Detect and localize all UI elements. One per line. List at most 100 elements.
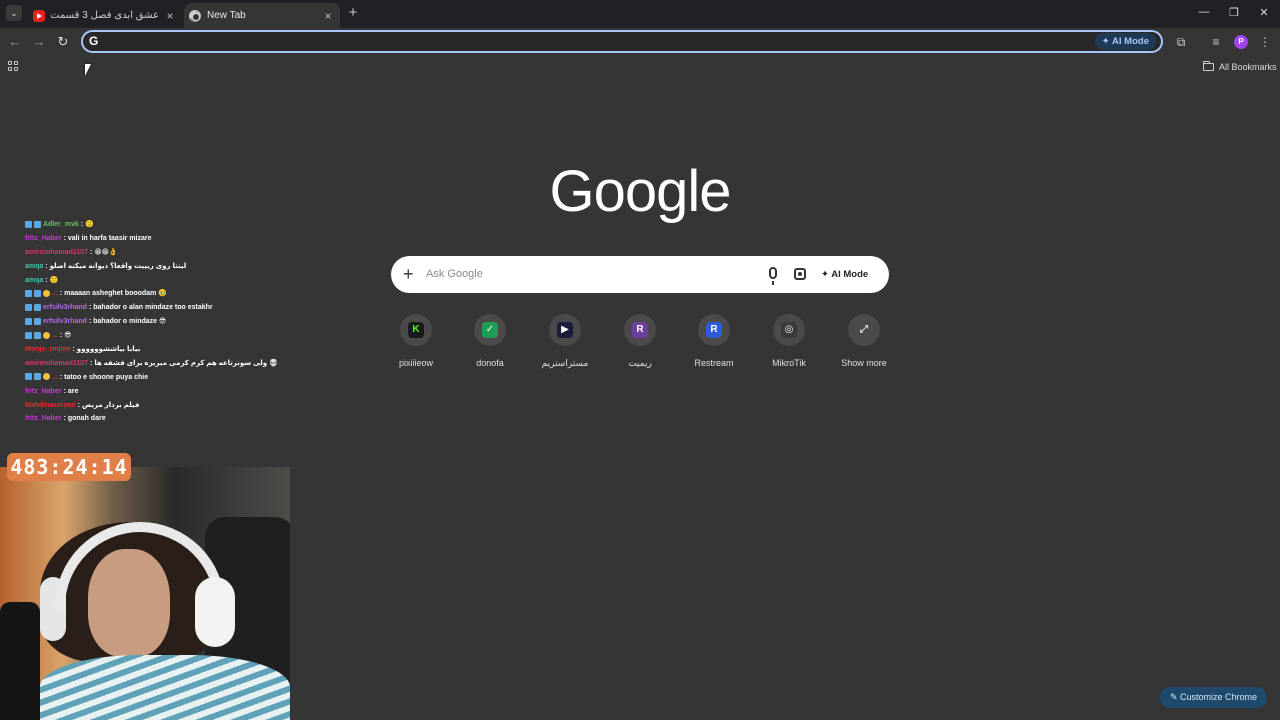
shortcut-icon-circle: ✓	[474, 314, 506, 346]
new-tab-button[interactable]: +	[346, 5, 360, 21]
shortcut-tile[interactable]: R Restream	[677, 314, 751, 368]
chat-badge-icon	[34, 220, 41, 228]
shortcut-icon-circle: R	[698, 314, 730, 346]
chat-message: Adler_mvk: 🙂	[25, 218, 285, 232]
minimize-icon[interactable]: —	[1196, 6, 1212, 18]
chat-message: amirmohamad1107: 😁😁👌	[25, 246, 285, 260]
back-button[interactable]: ←	[7, 34, 23, 50]
mouse-cursor	[85, 64, 91, 76]
chat-badge-icon	[25, 220, 32, 228]
chat-message: amqa: 🙂	[25, 274, 285, 288]
forward-button[interactable]: →	[31, 34, 47, 50]
chat-text: : 🙂	[45, 276, 59, 284]
chat-username: amqa	[25, 276, 44, 284]
chat-text: : لینتا روی ریپیت وافعا؟ دیوانه میکنه اص…	[45, 262, 187, 270]
shortcut-icon-circle: ◎	[773, 314, 805, 346]
chat-badge-icon	[43, 373, 50, 381]
shortcut-tile[interactable]: ▶ مستراستریم	[528, 314, 602, 369]
ai-mode-label: AI Mode	[1112, 36, 1149, 47]
close-window-icon[interactable]: ✕	[1256, 6, 1272, 19]
chat-username: amqa	[25, 262, 44, 270]
google-g-icon: G	[89, 34, 99, 48]
chat-message: Monjo_rmjtee: بیابا بیاششوووووو	[25, 343, 285, 357]
shortcut-tile[interactable]: Kpixiiieow	[379, 314, 453, 368]
plus-icon[interactable]: +	[403, 264, 414, 284]
shortcut-favicon-icon: R	[632, 322, 648, 338]
chat-badge-icon	[43, 290, 50, 298]
shortcut-favicon-icon: ✓	[482, 322, 498, 338]
search-input[interactable]	[426, 265, 746, 283]
chat-message: amirmohamad1107: ولی سونرتاعه هم کرم کرم…	[25, 357, 285, 371]
google-search-box[interactable]: + ✦ AI Mode	[391, 256, 889, 293]
google-logo: Google	[549, 159, 731, 224]
maximize-icon[interactable]: ❐	[1226, 6, 1242, 19]
ai-mode-button[interactable]: ✦ AI Mode	[1094, 33, 1156, 50]
shortcut-tile[interactable]: ◎ MikroTik	[752, 314, 826, 368]
google-lens-icon[interactable]	[794, 268, 806, 280]
tab-video[interactable]: عشق ابدی فصل 3 قسمت 28 - Be ×	[28, 3, 182, 28]
chat-text: : gonah dare	[63, 415, 106, 423]
tab-new-tab[interactable]: New Tab ×	[184, 3, 340, 28]
chat-username: fritz_Haber	[25, 234, 62, 242]
chat-message: fritz_Haber: gonah dare	[25, 412, 285, 426]
ai-mode-button[interactable]: ✦ AI Mode	[821, 266, 868, 283]
chat-text: : 😁😁👌	[90, 248, 118, 256]
chat-text: : tatoo e shoone puya chie	[59, 373, 149, 381]
chat-badge-icon	[34, 331, 41, 339]
chat-username: Monjo_rmjtee	[25, 346, 71, 354]
profile-avatar[interactable]: P	[1234, 35, 1248, 49]
chat-message: ...: 😎	[25, 329, 285, 343]
chat-username: fritz_Haber	[25, 415, 62, 423]
shortcut-tile[interactable]: ✓ donofa	[453, 314, 527, 368]
ai-mode-label: AI Mode	[831, 269, 869, 280]
shortcut-tile[interactable]: ⤢ Show more	[827, 314, 901, 368]
tab-search-icon[interactable]: ⌄	[6, 5, 22, 21]
chat-username: fritz_Haber	[25, 387, 62, 395]
chat-badge-icon	[25, 331, 32, 339]
chat-username: ...	[52, 332, 58, 340]
menu-icon[interactable]: ⋮	[1257, 34, 1273, 50]
shortcut-favicon-icon: ◎	[781, 322, 797, 338]
chat-badge-icon	[43, 331, 50, 339]
chat-username: erfsilv3rhand	[43, 304, 87, 312]
media-controls-icon[interactable]: ≡	[1208, 34, 1224, 50]
apps-grid-icon[interactable]	[8, 61, 18, 71]
shortcut-label: Show more	[841, 358, 887, 368]
tab-strip: ⌄ عشق ابدی فصل 3 قسمت 28 - Be × New Tab …	[0, 0, 1280, 28]
chat-username: Adler_mvk	[43, 221, 79, 228]
chat-badge-icon	[34, 290, 41, 298]
customize-chrome-button[interactable]: ✎ Customize Chrome	[1160, 687, 1268, 708]
chat-message: erfsilv3rhand: bahador o alan mindaze to…	[25, 301, 285, 315]
chat-text: : بیابا بیاششوووووو	[72, 346, 141, 354]
chat-badge-icon	[25, 317, 32, 325]
microphone-icon[interactable]	[769, 267, 777, 285]
stream-timer: 483:24:14	[7, 453, 131, 481]
shortcut-icon-circle: R	[624, 314, 656, 346]
shortcut-favicon-icon: ⤢	[856, 322, 872, 338]
all-bookmarks-button[interactable]: All Bookmarks	[1203, 60, 1277, 74]
shortcut-icon-circle: ▶	[549, 314, 581, 346]
close-tab-icon[interactable]: ×	[321, 9, 335, 23]
chat-username: ...	[52, 373, 58, 381]
tab-title: عشق ابدی فصل 3 قسمت 28 - Be	[51, 10, 159, 21]
all-bookmarks-label: All Bookmarks	[1219, 62, 1277, 72]
close-tab-icon[interactable]: ×	[163, 9, 177, 23]
chat-badge-icon	[34, 304, 41, 311]
shortcut-favicon-icon: ▶	[557, 322, 573, 338]
chat-message: ...: maaaan asheghet booodam 🥹	[25, 287, 285, 301]
chat-text: : bahador o alan mindaze too estakhr	[88, 304, 213, 312]
shortcut-icon-circle: ⤢	[848, 314, 880, 346]
address-bar[interactable]: G ✦ AI Mode	[81, 30, 1163, 53]
address-input[interactable]	[107, 33, 1007, 50]
reload-button[interactable]: ↻	[55, 34, 71, 50]
shortcut-tile[interactable]: R ریمیت	[603, 314, 677, 369]
chat-text: : 🙂	[80, 221, 94, 228]
stream-chat-overlay: Adler_mvk: 🙂 fritz_Haber: vali in harfa t…	[25, 210, 285, 426]
chat-text: : فیلم بردار مریض	[77, 401, 140, 409]
shortcut-label: Restream	[694, 358, 734, 368]
shortcut-label: مستراستریم	[541, 358, 589, 368]
shortcut-label: donofa	[476, 358, 504, 368]
chat-badge-icon	[25, 290, 32, 298]
chat-text: : ولی سونرتاعه هم کرم کرمی میریزه برای ف…	[90, 359, 278, 367]
extensions-icon[interactable]: ⧉	[1173, 34, 1189, 50]
